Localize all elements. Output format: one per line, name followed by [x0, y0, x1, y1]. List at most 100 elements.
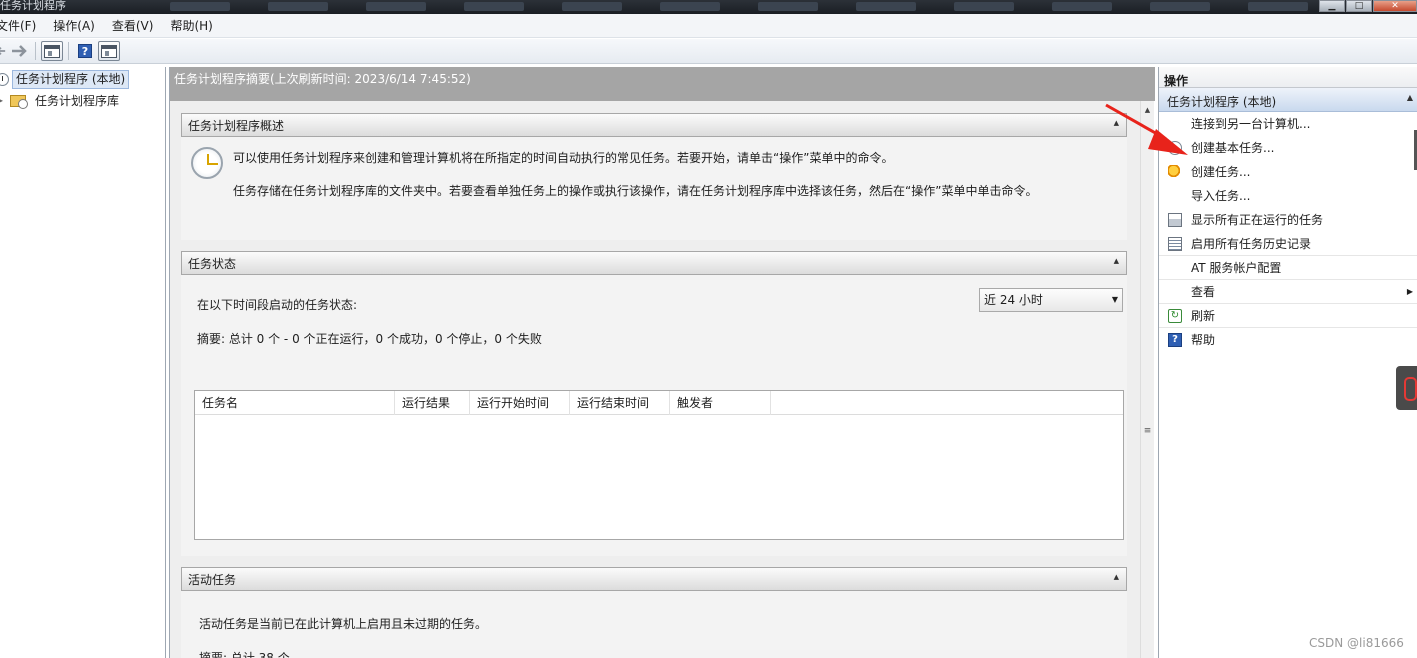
- action-label: 创建基本任务...: [1191, 141, 1275, 155]
- action-connect-computer[interactable]: 连接到另一台计算机...: [1159, 112, 1417, 136]
- back-arrow-icon[interactable]: [0, 41, 6, 61]
- action-import-task[interactable]: 导入任务...: [1159, 184, 1417, 208]
- action-label: AT 服务帐户配置: [1191, 261, 1282, 275]
- running-tasks-icon: [1168, 213, 1182, 227]
- watermark: CSDN @li81666: [1309, 636, 1404, 650]
- collapse-arrow-icon[interactable]: ▲: [1114, 573, 1119, 581]
- actions-group-header[interactable]: 任务计划程序 (本地) ▲: [1159, 88, 1417, 112]
- column-triggered-by[interactable]: 触发者: [670, 391, 771, 415]
- menu-action[interactable]: 操作(A): [45, 17, 104, 34]
- action-label: 查看: [1191, 285, 1216, 299]
- tree-root-scheduler[interactable]: 任务计划程序 (本地): [0, 69, 165, 90]
- tree-root-label: 任务计划程序 (本地): [12, 70, 130, 89]
- forward-arrow-icon[interactable]: [8, 41, 30, 61]
- period-label: 在以下时间段启动的任务状态:: [197, 298, 358, 312]
- action-create-basic-task[interactable]: 创建基本任务...: [1159, 136, 1417, 160]
- clock-icon: [0, 73, 9, 86]
- scheduler-clock-icon: [191, 147, 223, 179]
- column-run-start[interactable]: 运行开始时间: [470, 391, 570, 415]
- action-label: 刷新: [1191, 309, 1216, 323]
- tree-item-label: 任务计划程序库: [35, 94, 120, 108]
- column-task-name[interactable]: 任务名: [195, 391, 395, 415]
- column-run-end[interactable]: 运行结束时间: [570, 391, 670, 415]
- active-tasks-section: 活动任务 ▲ 活动任务是当前已在此计算机上启用且未过期的任务。 摘要: 总计 3…: [181, 567, 1127, 658]
- action-label: 创建任务...: [1191, 165, 1251, 179]
- create-task-icon: [1168, 165, 1182, 179]
- create-basic-task-icon: [1168, 141, 1182, 155]
- submenu-arrow-icon: ▶: [1406, 287, 1413, 296]
- scroll-thumb-grip-icon[interactable]: ≡: [1143, 426, 1152, 436]
- tree-item-task-library[interactable]: ▸ 任务计划程序库: [0, 90, 165, 111]
- actions-title: 操作: [1159, 67, 1417, 88]
- window-title: 任务计划程序: [0, 0, 66, 12]
- action-enable-history[interactable]: 启用所有任务历史记录: [1159, 232, 1417, 256]
- collapse-arrow-icon[interactable]: ▲: [1114, 257, 1119, 265]
- overview-section: 任务计划程序概述 ▲ 可以使用任务计划程序来创建和管理计算机将在所指定的时间自动…: [181, 113, 1127, 240]
- help-icon: ?: [78, 44, 92, 58]
- active-tasks-description: 活动任务是当前已在此计算机上启用且未过期的任务。: [199, 617, 488, 631]
- summary-body: 任务计划程序概述 ▲ 可以使用任务计划程序来创建和管理计算机将在所指定的时间自动…: [170, 101, 1140, 658]
- overview-title: 任务计划程序概述: [188, 118, 285, 133]
- action-label: 启用所有任务历史记录: [1191, 237, 1312, 251]
- table-header-row: 任务名 运行结果 运行开始时间 运行结束时间 触发者: [195, 391, 1123, 415]
- action-refresh[interactable]: ↻ 刷新: [1159, 304, 1417, 328]
- help-button[interactable]: ?: [74, 41, 96, 61]
- overview-section-header[interactable]: 任务计划程序概述 ▲: [181, 113, 1127, 137]
- actions-group-label: 任务计划程序 (本地): [1167, 95, 1277, 109]
- menu-help[interactable]: 帮助(H): [162, 17, 221, 34]
- task-status-section: 任务状态 ▲ 在以下时间段启动的任务状态: 近 24 小时 ▼ 摘要: 总计 0…: [181, 251, 1127, 556]
- period-select-value: 近 24 小时: [984, 293, 1043, 307]
- history-icon: [1168, 237, 1182, 251]
- task-status-table: 任务名 运行结果 运行开始时间 运行结束时间 触发者: [194, 390, 1124, 540]
- vertical-scrollbar[interactable]: ▲ ≡: [1140, 101, 1154, 658]
- collapse-arrow-icon[interactable]: ▲: [1407, 93, 1413, 102]
- minimize-button[interactable]: ▁: [1319, 0, 1345, 12]
- scroll-up-arrow-icon[interactable]: ▲: [1141, 106, 1154, 114]
- action-pane-icon: [101, 44, 117, 58]
- collapse-arrow-icon[interactable]: ▲: [1114, 119, 1119, 127]
- action-view[interactable]: 查看 ▶: [1159, 280, 1417, 304]
- menu-view[interactable]: 查看(V): [104, 17, 163, 34]
- menu-file[interactable]: 文件(F): [0, 17, 45, 34]
- active-tasks-section-header[interactable]: 活动任务 ▲: [181, 567, 1127, 591]
- chevron-down-icon: ▼: [1111, 295, 1118, 304]
- refresh-icon: ↻: [1168, 309, 1182, 323]
- toolbar: ?: [0, 39, 1417, 64]
- summary-header: 任务计划程序摘要(上次刷新时间: 2023/6/14 7:45:52): [170, 67, 1155, 101]
- actions-pane: 操作 任务计划程序 (本地) ▲ 连接到另一台计算机... 创建基本任务... …: [1158, 67, 1417, 658]
- show-hide-console-tree-button[interactable]: [41, 41, 63, 61]
- close-button[interactable]: ✕: [1373, 0, 1417, 12]
- active-tasks-title: 活动任务: [188, 572, 237, 587]
- console-tree-icon: [44, 44, 60, 58]
- overview-line-1: 可以使用任务计划程序来创建和管理计算机将在所指定的时间自动执行的常见任务。若要开…: [233, 151, 894, 165]
- console-tree: 任务计划程序 (本地) ▸ 任务计划程序库: [0, 67, 166, 658]
- toolbar-separator: [68, 42, 69, 60]
- status-summary: 摘要: 总计 0 个 - 0 个正在运行，0 个成功，0 个停止，0 个失败: [197, 332, 542, 346]
- library-folder-icon: [10, 94, 28, 109]
- column-run-result[interactable]: 运行结果: [395, 391, 470, 415]
- action-label: 帮助: [1191, 333, 1216, 347]
- action-label: 导入任务...: [1191, 189, 1251, 203]
- active-tasks-summary: 摘要: 总计 38 个: [199, 651, 290, 658]
- window-title-bar: 任务计划程序 ▁ □ ✕: [0, 0, 1417, 14]
- task-status-title: 任务状态: [188, 256, 237, 271]
- action-at-service-config[interactable]: AT 服务帐户配置: [1159, 256, 1417, 280]
- window-controls: ▁ □ ✕: [1318, 0, 1417, 12]
- action-create-task[interactable]: 创建任务...: [1159, 160, 1417, 184]
- background-taskbar-strip: [170, 2, 1308, 11]
- floating-side-tab[interactable]: [1396, 366, 1417, 410]
- action-label: 显示所有正在运行的任务: [1191, 213, 1324, 227]
- help-icon: ?: [1168, 333, 1182, 347]
- toolbar-separator: [35, 42, 36, 60]
- period-select[interactable]: 近 24 小时 ▼: [979, 288, 1123, 312]
- show-hide-action-pane-button[interactable]: [98, 41, 120, 61]
- task-status-section-header[interactable]: 任务状态 ▲: [181, 251, 1127, 275]
- summary-pane: 任务计划程序摘要(上次刷新时间: 2023/6/14 7:45:52) 任务计划…: [169, 67, 1155, 658]
- action-help[interactable]: ? 帮助: [1159, 328, 1417, 352]
- expand-arrow-icon[interactable]: ▸: [0, 96, 7, 105]
- maximize-button[interactable]: □: [1346, 0, 1372, 12]
- action-show-running-tasks[interactable]: 显示所有正在运行的任务: [1159, 208, 1417, 232]
- menu-bar: 文件(F) 操作(A) 查看(V) 帮助(H): [0, 14, 1417, 38]
- overview-line-2: 任务存储在任务计划程序库的文件夹中。若要查看单独任务上的操作或执行该操作，请在任…: [233, 184, 1038, 198]
- action-label: 连接到另一台计算机...: [1191, 117, 1311, 131]
